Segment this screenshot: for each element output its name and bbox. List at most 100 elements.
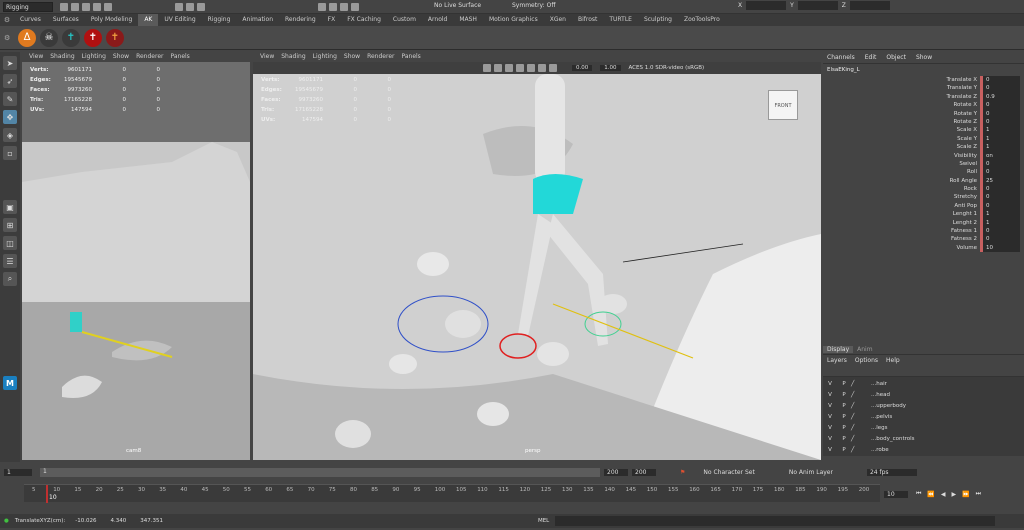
shelf-menu-icon[interactable]: ⚙ bbox=[4, 34, 14, 42]
shelf-tab[interactable]: FX Caching bbox=[341, 14, 387, 26]
menu-show[interactable]: Show bbox=[113, 53, 129, 60]
attr-value[interactable]: 0 bbox=[980, 84, 1020, 93]
play-forward-icon[interactable]: ▶ bbox=[952, 491, 957, 498]
attr-row[interactable]: Fatness 10 bbox=[823, 227, 1024, 236]
visibility-toggle[interactable]: V bbox=[823, 379, 837, 390]
menu-shading[interactable]: Shading bbox=[281, 53, 305, 60]
rig-orange-icon[interactable]: ✝ bbox=[106, 28, 124, 47]
step-forward-icon[interactable]: ⏩ bbox=[962, 491, 969, 498]
select-hierarchy-icon[interactable] bbox=[175, 3, 183, 11]
visibility-toggle[interactable]: V bbox=[823, 401, 837, 412]
shelf-tab[interactable]: Sculpting bbox=[638, 14, 678, 26]
attr-row[interactable]: Translate X0 bbox=[823, 76, 1024, 85]
play-back-icon[interactable]: ◀ bbox=[941, 491, 946, 498]
attr-row[interactable]: Scale Y1 bbox=[823, 134, 1024, 144]
gamma-field[interactable]: 1.00 bbox=[600, 65, 621, 71]
shelf-tab[interactable]: MASH bbox=[453, 14, 483, 26]
attr-row[interactable]: Visibility on bbox=[823, 151, 1024, 160]
exposure-field[interactable]: 0.00 bbox=[572, 65, 593, 71]
attr-value[interactable]: 0 bbox=[980, 227, 1020, 236]
layer-row[interactable]: V P ╱ ...pelvis bbox=[823, 412, 1024, 423]
menu-edit[interactable]: Edit bbox=[865, 54, 877, 61]
playback-toggle[interactable]: P bbox=[837, 379, 851, 390]
shelf-tab[interactable]: FX bbox=[322, 14, 342, 26]
attr-row[interactable]: Roll 0 bbox=[823, 168, 1024, 177]
search-icon[interactable]: ⌕ bbox=[3, 272, 17, 286]
y-input[interactable] bbox=[797, 1, 838, 10]
colorspace-dropdown[interactable]: ACES 1.0 SDR-video (sRGB) bbox=[629, 65, 705, 71]
shelf-tab[interactable]: Bifrost bbox=[572, 14, 603, 26]
menu-panels[interactable]: Panels bbox=[170, 53, 189, 60]
anim-layer-dropdown[interactable]: No Anim Layer bbox=[789, 469, 833, 476]
menu-show[interactable]: Show bbox=[916, 54, 932, 61]
single-view-icon[interactable]: ▣ bbox=[3, 200, 17, 214]
layer-row[interactable]: V P ╱ ...legs bbox=[823, 423, 1024, 434]
attr-row[interactable]: Roll Angle 25 bbox=[823, 176, 1024, 186]
visibility-toggle[interactable]: V bbox=[823, 445, 837, 456]
playback-toggle[interactable]: P bbox=[837, 445, 851, 456]
rotate-tool-icon[interactable]: ◈ bbox=[3, 128, 17, 142]
menu-help[interactable]: Help bbox=[886, 357, 900, 364]
smooth-shade-icon[interactable] bbox=[516, 64, 524, 72]
shelf-tab[interactable]: Motion Graphics bbox=[483, 14, 544, 26]
rig-red-icon[interactable]: ✝ bbox=[84, 28, 102, 47]
undo-icon[interactable] bbox=[93, 3, 101, 11]
attr-value[interactable]: 0 bbox=[980, 109, 1020, 118]
menu-set-dropdown[interactable]: Rigging bbox=[3, 2, 53, 12]
skeleton-icon[interactable]: ☠ bbox=[40, 28, 58, 47]
menu-panels[interactable]: Panels bbox=[401, 53, 420, 60]
shelf-tab[interactable]: Rigging bbox=[202, 14, 237, 26]
grid-icon[interactable] bbox=[494, 64, 502, 72]
left-viewport[interactable]: View Shading Lighting Show Renderer Panels Ve… bbox=[22, 52, 250, 460]
fps-dropdown[interactable]: 24 fps bbox=[866, 468, 917, 476]
attr-value[interactable]: 1 bbox=[980, 218, 1020, 228]
attr-row[interactable]: Lenght 21 bbox=[823, 218, 1024, 228]
scale-tool-icon[interactable]: ▫ bbox=[3, 146, 17, 160]
attr-row[interactable]: Stretchy 0 bbox=[823, 193, 1024, 202]
open-scene-icon[interactable] bbox=[71, 3, 79, 11]
attr-value[interactable]: 1 bbox=[980, 210, 1020, 219]
start-frame-field[interactable]: 1 bbox=[4, 468, 32, 476]
shelf-tab[interactable]: XGen bbox=[544, 14, 572, 26]
menu-options[interactable]: Options bbox=[855, 357, 878, 364]
playback-toggle[interactable]: P bbox=[837, 412, 851, 423]
lasso-tool-icon[interactable]: ➶ bbox=[3, 74, 17, 88]
layer-row[interactable]: V P ╱ ...robe bbox=[823, 445, 1024, 456]
attr-value[interactable]: 0 bbox=[980, 117, 1020, 127]
shelf-tab[interactable]: Custom bbox=[387, 14, 422, 26]
attr-value[interactable]: 1 bbox=[980, 143, 1020, 152]
attr-row[interactable]: Anti Pop 0 bbox=[823, 201, 1024, 211]
shelf-tab[interactable]: Curves bbox=[14, 14, 47, 26]
playback-toggle[interactable]: P bbox=[837, 434, 851, 445]
z-input[interactable] bbox=[849, 1, 890, 10]
attr-value[interactable]: 0 bbox=[980, 235, 1020, 244]
view-cube[interactable]: FRONT bbox=[768, 90, 798, 120]
attr-row[interactable]: Swivel 0 bbox=[823, 159, 1024, 169]
layer-row[interactable]: V P ╱ ...hair bbox=[823, 379, 1024, 390]
menu-lighting[interactable]: Lighting bbox=[82, 53, 106, 60]
attr-row[interactable]: Volume 10 bbox=[823, 243, 1024, 253]
attr-value[interactable]: 25 bbox=[980, 176, 1020, 186]
menu-layers[interactable]: Layers bbox=[827, 357, 847, 364]
menu-channels[interactable]: Channels bbox=[827, 54, 855, 61]
menu-view[interactable]: View bbox=[260, 53, 274, 60]
attr-value[interactable]: on bbox=[980, 151, 1020, 160]
tab-anim[interactable]: Anim bbox=[853, 346, 876, 353]
symmetry-dropdown[interactable]: Symmetry: Off bbox=[512, 2, 555, 9]
menu-lighting[interactable]: Lighting bbox=[313, 53, 337, 60]
attr-value[interactable]: 0 bbox=[980, 168, 1020, 177]
rig-cyan-icon[interactable]: ✝ bbox=[62, 28, 80, 47]
lights-icon[interactable] bbox=[538, 64, 546, 72]
visibility-toggle[interactable]: V bbox=[823, 434, 837, 445]
layer-row[interactable]: V P ╱ ...body_controls bbox=[823, 434, 1024, 445]
menu-view[interactable]: View bbox=[29, 53, 43, 60]
xray-icon[interactable] bbox=[549, 64, 557, 72]
shelf-tab[interactable]: Rendering bbox=[279, 14, 322, 26]
shelf-tab[interactable]: Poly Modeling bbox=[85, 14, 139, 26]
new-scene-icon[interactable] bbox=[60, 3, 68, 11]
shelf-tab[interactable]: Surfaces bbox=[47, 14, 85, 26]
command-line-input[interactable] bbox=[555, 516, 996, 526]
camera-icon[interactable] bbox=[483, 64, 491, 72]
go-end-icon[interactable]: ⏭ bbox=[976, 490, 981, 498]
menu-shading[interactable]: Shading bbox=[50, 53, 74, 60]
